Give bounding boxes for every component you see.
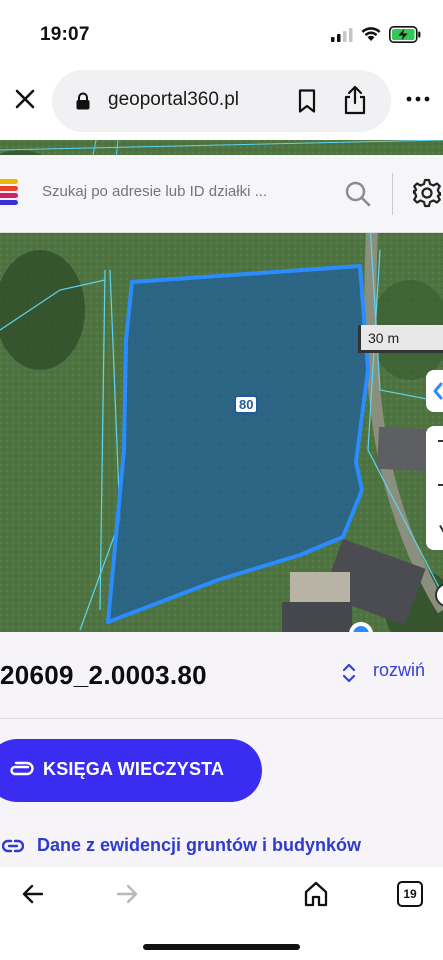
chevron-left-icon xyxy=(433,382,443,400)
egib-data-link[interactable]: Dane z ewidencji gruntów i budynków xyxy=(0,834,443,864)
status-bar: 19:07 xyxy=(0,0,443,62)
gear-icon[interactable] xyxy=(412,178,442,208)
browser-address-bar: geoportal360.pl xyxy=(0,62,443,140)
map-scale-bar: 30 m xyxy=(358,325,443,353)
rotate-button[interactable] xyxy=(439,525,443,533)
lock-icon xyxy=(76,92,90,110)
zoom-out-button[interactable] xyxy=(438,484,443,486)
browser-toolbar: 19 xyxy=(0,867,443,960)
parcel-number-label[interactable]: 80 xyxy=(234,395,259,414)
map-controls xyxy=(426,426,443,550)
egib-link-label: Dane z ewidencji gruntów i budynków xyxy=(37,835,362,855)
status-time: 19:07 xyxy=(40,24,90,45)
chevron-up-down-icon xyxy=(342,663,356,683)
geoportal-logo-icon[interactable] xyxy=(0,177,18,211)
search-divider xyxy=(392,173,393,215)
bookmark-icon[interactable] xyxy=(295,88,319,114)
link-icon xyxy=(2,839,24,853)
home-icon[interactable] xyxy=(304,881,328,907)
land-register-label: KSIĘGA WIECZYSTA xyxy=(43,759,225,779)
zoom-in-button[interactable] xyxy=(438,440,443,442)
expand-label: rozwiń xyxy=(373,660,426,680)
arrow-left-icon[interactable] xyxy=(22,884,44,904)
wifi-icon xyxy=(361,27,381,41)
tabs-count: 19 xyxy=(403,887,417,901)
arrow-right-icon[interactable] xyxy=(116,884,138,904)
more-icon[interactable] xyxy=(405,86,431,112)
parcel-id: 20609_2.0003.80 xyxy=(0,660,207,690)
url-text: geoportal360.pl xyxy=(108,89,239,110)
panel-divider xyxy=(0,718,443,719)
parcel-info-panel: 20609_2.0003.80 rozwiń KSIĘGA WIECZYSTA … xyxy=(0,632,443,867)
search-icon[interactable] xyxy=(344,180,372,208)
home-indicator xyxy=(143,944,300,950)
share-icon[interactable] xyxy=(342,85,368,115)
search-input[interactable] xyxy=(42,183,332,200)
url-field[interactable]: geoportal360.pl xyxy=(52,70,391,132)
panel-toggle-button[interactable] xyxy=(426,370,443,412)
scale-label: 30 m xyxy=(368,330,400,346)
land-register-button[interactable]: KSIĘGA WIECZYSTA xyxy=(0,739,262,802)
battery-charging-icon xyxy=(389,26,421,43)
map-edge-control-icon[interactable] xyxy=(434,582,443,608)
cellular-signal-icon xyxy=(331,28,353,42)
close-icon[interactable] xyxy=(12,86,38,112)
search-bar xyxy=(0,155,443,233)
expand-button[interactable]: rozwiń xyxy=(340,658,440,688)
paperclip-icon xyxy=(10,761,34,776)
tabs-button[interactable]: 19 xyxy=(397,881,423,907)
